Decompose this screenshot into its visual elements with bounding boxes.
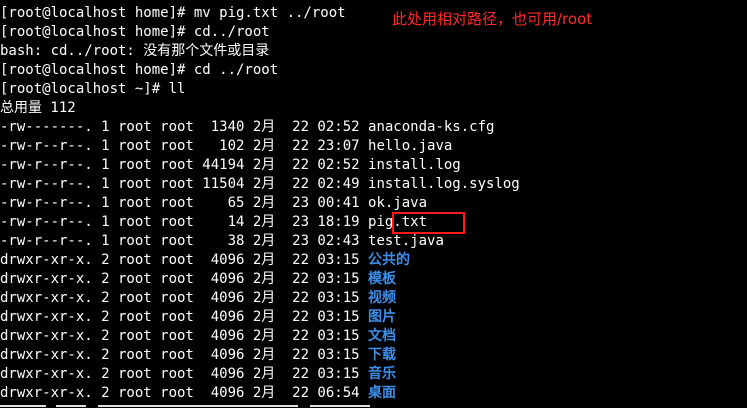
dir-meta: drwxr-xr-x. 2 root root 4096 2月 22 03:15 (0, 271, 369, 287)
file-name: install.log (368, 157, 461, 173)
file-row: -rw-r--r--. 1 root root 38 2月 23 02:43 t… (0, 232, 444, 251)
dir-name: 桌面 (368, 385, 397, 401)
file-row: -rw-r--r--. 1 root root 11504 2月 22 02:4… (0, 175, 520, 194)
dir-meta: drwxr-xr-x. 2 root root 4096 2月 22 03:15 (0, 290, 369, 306)
file-row: -rw-r--r--. 1 root root 65 2月 23 00:41 o… (0, 194, 427, 213)
terminal-line: [root@localhost home]# mv pig.txt ../roo… (0, 5, 346, 21)
file-row: -rw-r--r--. 1 root root 44194 2月 22 02:5… (0, 156, 461, 175)
dir-meta: drwxr-xr-x. 2 root root 4096 2月 22 03:15 (0, 252, 369, 268)
dir-row: drwxr-xr-x. 2 root root 4096 2月 22 03:15… (0, 327, 396, 346)
dir-row: drwxr-xr-x. 2 root root 4096 2月 22 03:15… (0, 365, 396, 384)
dir-row: drwxr-xr-x. 2 root root 4096 2月 22 06:54… (0, 384, 396, 403)
terminal-line: [root@localhost ~]# ll (0, 81, 186, 97)
file-meta: -rw-------. 1 root root 1340 2月 22 02:52 (0, 119, 369, 135)
partial-next-line (0, 402, 747, 408)
file-meta: -rw-r--r--. 1 root root 38 2月 23 02:43 (0, 233, 369, 249)
file-name: anaconda-ks.cfg (368, 119, 495, 135)
dir-row: drwxr-xr-x. 2 root root 4096 2月 22 03:15… (0, 308, 396, 327)
terminal-line: 总用量 112 (0, 100, 76, 116)
file-name: test.java (368, 233, 444, 249)
dir-name: 视频 (368, 290, 397, 306)
terminal-line: bash: cd../root: 没有那个文件或目录 (0, 43, 270, 59)
dir-meta: drwxr-xr-x. 2 root root 4096 2月 22 03:15 (0, 328, 369, 344)
dir-name: 文档 (368, 328, 397, 344)
file-row: -rw-r--r--. 1 root root 14 2月 23 18:19 p… (0, 213, 427, 232)
highlight-box (392, 212, 465, 234)
dir-meta: drwxr-xr-x. 2 root root 4096 2月 22 03:15 (0, 366, 369, 382)
terminal-line: [root@localhost home]# cd ../root (0, 62, 279, 78)
terminal-line: [root@localhost home]# cd../root (0, 24, 270, 40)
dir-meta: drwxr-xr-x. 2 root root 4096 2月 22 03:15 (0, 347, 369, 363)
dir-row: drwxr-xr-x. 2 root root 4096 2月 22 03:15… (0, 346, 396, 365)
file-meta: -rw-r--r--. 1 root root 102 2月 22 23:07 (0, 138, 369, 154)
file-row: -rw-------. 1 root root 1340 2月 22 02:52… (0, 118, 494, 137)
file-name: hello.java (368, 138, 453, 154)
dir-name: 公共的 (368, 252, 411, 268)
file-name: ok.java (368, 195, 428, 211)
dir-row: drwxr-xr-x. 2 root root 4096 2月 22 03:15… (0, 289, 396, 308)
file-meta: -rw-r--r--. 1 root root 11504 2月 22 02:4… (0, 176, 369, 192)
file-row: -rw-r--r--. 1 root root 102 2月 22 23:07 … (0, 137, 452, 156)
dir-meta: drwxr-xr-x. 2 root root 4096 2月 22 06:54 (0, 385, 369, 401)
dir-row: drwxr-xr-x. 2 root root 4096 2月 22 03:15… (0, 251, 410, 270)
annotation-note: 此处用相对路径，也可用/root (392, 10, 593, 28)
file-name: install.log.syslog (368, 176, 520, 192)
terminal-window[interactable]: [root@localhost home]# mv pig.txt ../roo… (0, 0, 747, 408)
dir-name: 图片 (368, 309, 397, 325)
dir-row: drwxr-xr-x. 2 root root 4096 2月 22 03:15… (0, 270, 396, 289)
file-meta: -rw-r--r--. 1 root root 65 2月 23 00:41 (0, 195, 369, 211)
dir-name: 音乐 (368, 366, 397, 382)
file-meta: -rw-r--r--. 1 root root 14 2月 23 18:19 (0, 214, 369, 230)
file-meta: -rw-r--r--. 1 root root 44194 2月 22 02:5… (0, 157, 369, 173)
dir-name: 模板 (368, 271, 397, 287)
dir-meta: drwxr-xr-x. 2 root root 4096 2月 22 03:15 (0, 309, 369, 325)
dir-name: 下载 (368, 347, 397, 363)
